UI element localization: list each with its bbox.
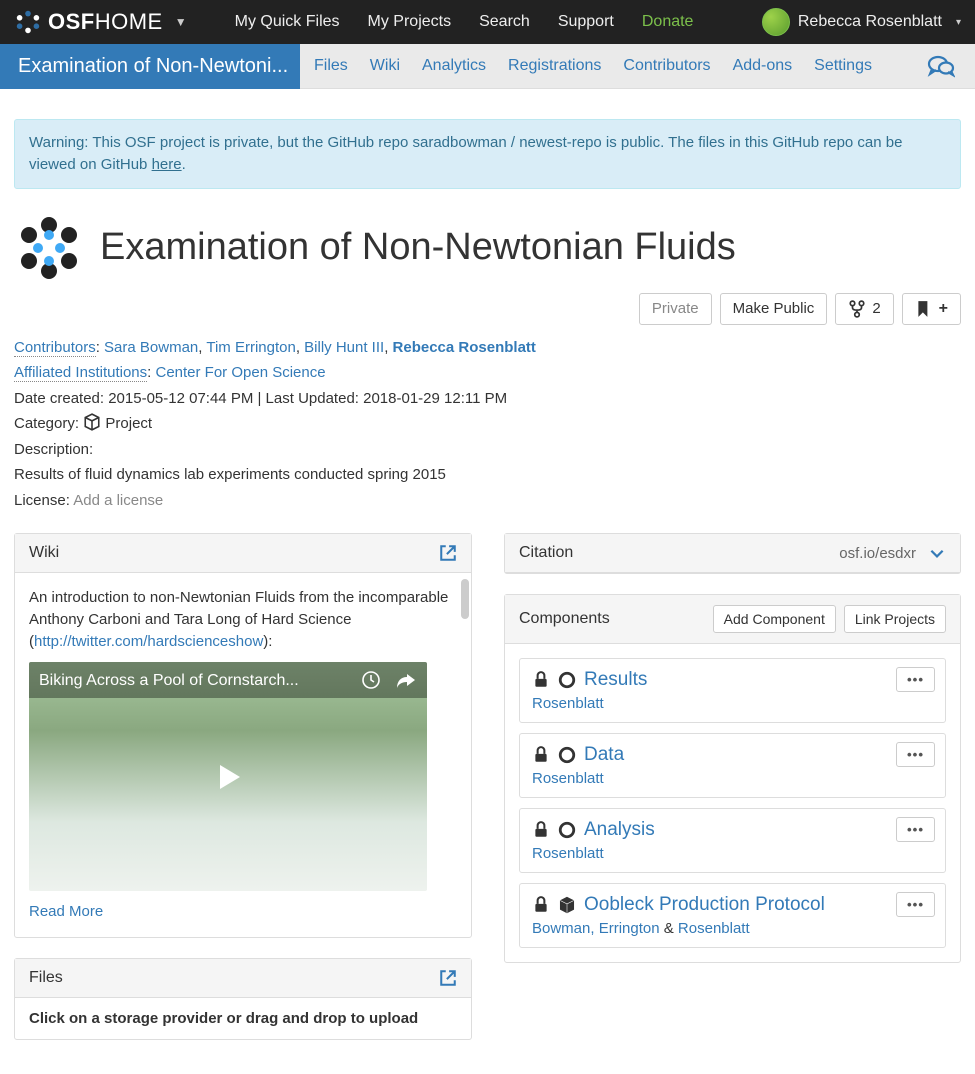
subnav-wiki[interactable]: Wiki xyxy=(370,57,400,75)
files-heading: Files xyxy=(29,969,63,987)
subnav-registrations[interactable]: Registrations xyxy=(508,57,601,75)
alert-here-link[interactable]: here xyxy=(152,156,182,173)
topnav-links: My Quick Files My Projects Search Suppor… xyxy=(235,13,694,31)
subnav-analytics[interactable]: Analytics xyxy=(422,57,486,75)
external-link-icon[interactable] xyxy=(439,544,457,562)
subnav-files[interactable]: Files xyxy=(314,57,348,75)
contributor-link[interactable]: Sara Bowman xyxy=(104,339,198,356)
components-heading: Components xyxy=(519,610,610,628)
contributor-self[interactable]: Rebecca Rosenblatt xyxy=(393,339,536,356)
nav-donate[interactable]: Donate xyxy=(642,13,694,31)
component-item[interactable]: Results Rosenblatt ••• xyxy=(519,658,946,723)
dates-line: Date created: 2015-05-12 07:44 PM | Last… xyxy=(14,386,961,412)
brand[interactable]: OSFHOME ▼ xyxy=(14,8,187,36)
component-link[interactable]: Analysis xyxy=(584,819,655,841)
cube-icon xyxy=(558,896,576,914)
subnav-settings[interactable]: Settings xyxy=(814,57,872,75)
files-panel: Files Click on a storage provider or dra… xyxy=(14,958,472,1040)
subnav-contributors[interactable]: Contributors xyxy=(623,57,710,75)
link-projects-button[interactable]: Link Projects xyxy=(844,605,946,633)
user-name: Rebecca Rosenblatt xyxy=(798,13,942,31)
video-title: Biking Across a Pool of Cornstarch... xyxy=(39,669,299,692)
component-contributor[interactable]: Rosenblatt xyxy=(532,695,604,712)
contributors-label[interactable]: Contributors xyxy=(14,339,96,357)
contributor-link[interactable]: Tim Errington xyxy=(206,339,295,356)
share-icon[interactable] xyxy=(395,671,417,689)
make-public-button[interactable]: Make Public xyxy=(720,293,828,325)
action-buttons: Private Make Public 2 + xyxy=(0,283,975,329)
nav-my-projects[interactable]: My Projects xyxy=(368,13,452,31)
component-contributor[interactable]: Rosenblatt xyxy=(532,770,604,787)
video-embed[interactable]: Biking Across a Pool of Cornstarch... xyxy=(29,662,427,891)
component-menu-button[interactable]: ••• xyxy=(896,742,935,767)
wiki-panel: Wiki An introduction to non-Newtonian Fl… xyxy=(14,533,472,938)
component-menu-button[interactable]: ••• xyxy=(896,892,935,917)
component-contributor[interactable]: Rosenblatt xyxy=(532,845,604,862)
component-link[interactable]: Results xyxy=(584,669,647,691)
component-menu-button[interactable]: ••• xyxy=(896,817,935,842)
watch-later-icon[interactable] xyxy=(361,670,381,690)
caret-down-icon[interactable]: ▼ xyxy=(175,15,187,29)
circle-icon xyxy=(558,821,576,839)
wiki-heading: Wiki xyxy=(29,544,59,562)
cube-icon xyxy=(83,413,101,431)
project-title: Examination of Non-Newtonian Fluids xyxy=(100,226,736,269)
description-label: Description: xyxy=(14,437,961,463)
scrollbar[interactable] xyxy=(461,579,469,619)
fork-icon xyxy=(848,300,866,318)
subnav-addons[interactable]: Add-ons xyxy=(733,57,793,75)
nav-support[interactable]: Support xyxy=(558,13,614,31)
component-item[interactable]: Analysis Rosenblatt ••• xyxy=(519,808,946,873)
avatar xyxy=(762,8,790,36)
chevron-down-icon[interactable] xyxy=(928,544,946,562)
component-item[interactable]: Data Rosenblatt ••• xyxy=(519,733,946,798)
chat-icon[interactable] xyxy=(927,54,955,78)
warning-alert: Warning: This OSF project is private, bu… xyxy=(14,119,961,189)
description-text: Results of fluid dynamics lab experiment… xyxy=(14,462,961,488)
add-license-link[interactable]: Add a license xyxy=(73,492,163,509)
lock-icon xyxy=(532,746,550,764)
play-icon[interactable] xyxy=(208,757,248,797)
bookmark-icon xyxy=(915,300,933,318)
circle-icon xyxy=(558,671,576,689)
affiliated-label[interactable]: Affiliated Institutions xyxy=(14,364,147,382)
read-more-link[interactable]: Read More xyxy=(29,901,103,923)
component-link[interactable]: Data xyxy=(584,744,624,766)
files-hint: Click on a storage provider or drag and … xyxy=(15,998,471,1039)
top-nav: OSFHOME ▼ My Quick Files My Projects Sea… xyxy=(0,0,975,44)
project-tab[interactable]: Examination of Non-Newtoni... xyxy=(0,44,300,89)
user-menu[interactable]: Rebecca Rosenblatt ▾ xyxy=(762,8,961,36)
citation-panel: Citation osf.io/esdxr xyxy=(504,533,961,574)
contributor-link[interactable]: Billy Hunt III xyxy=(304,339,384,356)
external-link-icon[interactable] xyxy=(439,969,457,987)
bookmark-add-button[interactable]: + xyxy=(902,293,961,325)
components-panel: Components Add Component Link Projects R… xyxy=(504,594,961,963)
fork-button[interactable]: 2 xyxy=(835,293,893,325)
lock-icon xyxy=(532,821,550,839)
brand-text: OSFHOME xyxy=(48,9,163,35)
component-contributor[interactable]: Rosenblatt xyxy=(678,920,750,937)
component-item[interactable]: Oobleck Production ProtocolBowman, Errin… xyxy=(519,883,946,948)
title-row: Examination of Non-Newtonian Fluids xyxy=(0,203,975,283)
caret-down-icon: ▾ xyxy=(956,17,961,28)
lock-icon xyxy=(532,671,550,689)
circle-icon xyxy=(558,746,576,764)
lock-icon xyxy=(532,896,550,914)
nav-search[interactable]: Search xyxy=(479,13,530,31)
component-menu-button[interactable]: ••• xyxy=(896,667,935,692)
nav-quick-files[interactable]: My Quick Files xyxy=(235,13,340,31)
citation-heading: Citation xyxy=(519,544,573,562)
component-contributor[interactable]: Bowman xyxy=(532,920,590,937)
privacy-badge: Private xyxy=(639,293,712,325)
osf-logo-icon xyxy=(14,8,42,36)
component-link[interactable]: Oobleck Production Protocol xyxy=(584,894,825,916)
sub-nav: Examination of Non-Newtoni... Files Wiki… xyxy=(0,44,975,89)
project-meta: Contributors: Sara Bowman, Tim Errington… xyxy=(0,329,975,520)
add-component-button[interactable]: Add Component xyxy=(713,605,836,633)
wiki-link[interactable]: http://twitter.com/hardscienceshow xyxy=(34,633,263,650)
subnav-links: Files Wiki Analytics Registrations Contr… xyxy=(314,57,872,75)
affiliated-link[interactable]: Center For Open Science xyxy=(155,364,325,381)
project-icon xyxy=(14,213,84,283)
citation-url: osf.io/esdxr xyxy=(839,545,916,562)
